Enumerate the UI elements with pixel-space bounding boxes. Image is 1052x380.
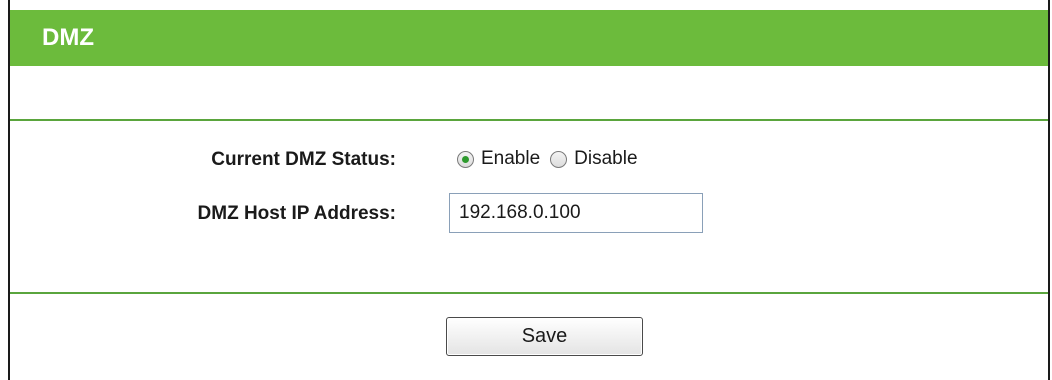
section-header: DMZ xyxy=(10,10,1048,66)
divider-bottom xyxy=(10,292,1048,294)
disable-radio[interactable] xyxy=(550,150,568,168)
dmz-host-ip-label: DMZ Host IP Address: xyxy=(197,203,396,224)
save-button[interactable]: Save xyxy=(446,317,643,356)
disable-radio-label[interactable]: Disable xyxy=(574,148,637,170)
dmz-host-ip-input[interactable] xyxy=(449,193,703,233)
radio-selected-dot xyxy=(462,155,469,163)
dmz-status-radio-group: Enable Disable xyxy=(457,148,648,170)
divider-top xyxy=(10,119,1048,121)
page-title: DMZ xyxy=(42,24,94,51)
dmz-status-label: Current DMZ Status: xyxy=(211,149,396,170)
enable-radio[interactable] xyxy=(457,150,474,168)
dmz-panel: DMZ Current DMZ Status: Enable Disable D… xyxy=(8,0,1050,380)
enable-radio-label[interactable]: Enable xyxy=(481,148,540,170)
